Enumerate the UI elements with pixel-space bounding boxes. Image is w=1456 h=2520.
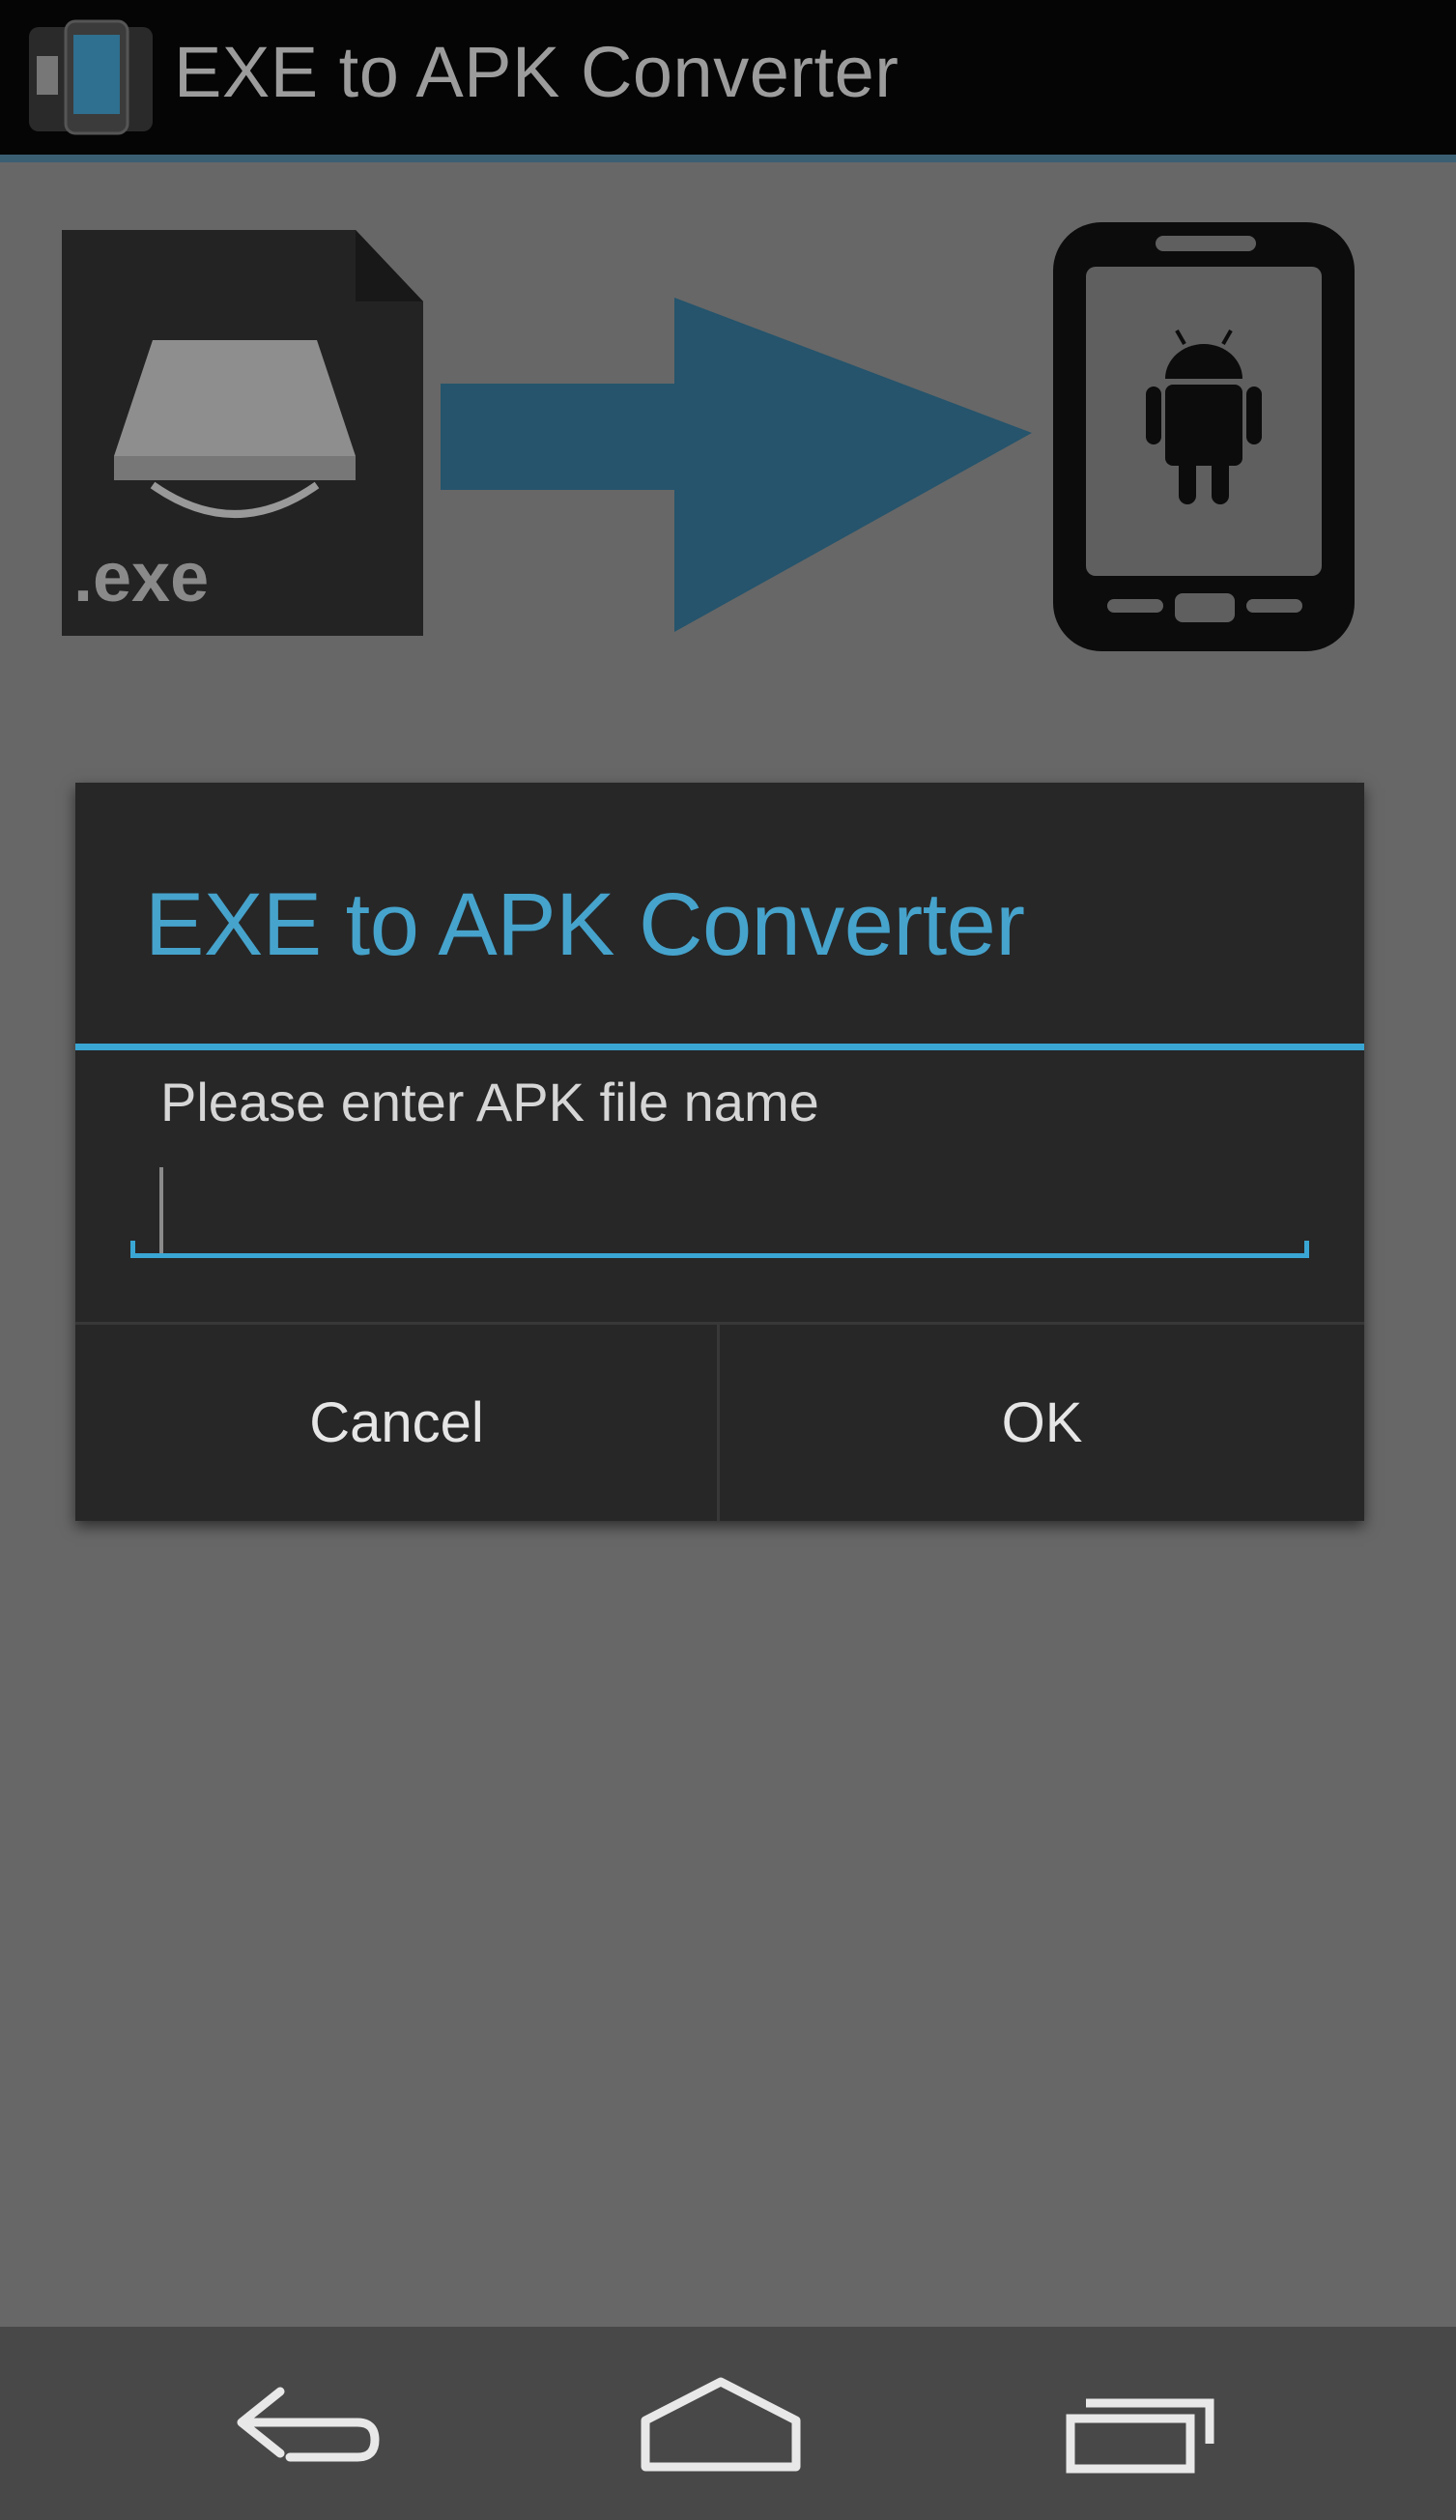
android-phone-icon <box>1053 222 1355 651</box>
ok-button[interactable]: OK <box>721 1325 1363 1521</box>
system-nav-bar <box>0 2327 1456 2520</box>
exe-file-icon: .exe <box>62 230 423 636</box>
dialog-prompt: Please enter APK file name <box>160 1072 819 1132</box>
input-underline-left-tick <box>130 1241 135 1258</box>
app-icon <box>29 19 153 135</box>
app-title: EXE to APK Converter <box>174 32 899 112</box>
apk-file-name-input[interactable] <box>130 1150 1309 1258</box>
back-icon[interactable] <box>213 2361 406 2486</box>
action-bar: EXE to APK Converter <box>0 0 1456 162</box>
apk-name-dialog: EXE to APK Converter Please enter APK fi… <box>75 783 1364 1521</box>
arrow-right-icon <box>441 298 1032 632</box>
dialog-title: EXE to APK Converter <box>145 875 1025 974</box>
exe-file-label: .exe <box>73 539 209 616</box>
button-divider <box>717 1325 720 1521</box>
banner-illustration: .exe <box>62 222 1355 651</box>
dialog-button-bar: Cancel OK <box>75 1322 1364 1521</box>
title-divider <box>75 1044 1364 1050</box>
text-cursor <box>159 1167 163 1256</box>
cancel-button[interactable]: Cancel <box>75 1325 718 1521</box>
recent-apps-icon[interactable] <box>1043 2361 1237 2486</box>
input-underline-right-tick <box>1304 1241 1309 1258</box>
input-underline <box>130 1253 1309 1258</box>
apk-file-name-field[interactable] <box>130 1150 1309 1258</box>
home-icon[interactable] <box>624 2361 817 2486</box>
